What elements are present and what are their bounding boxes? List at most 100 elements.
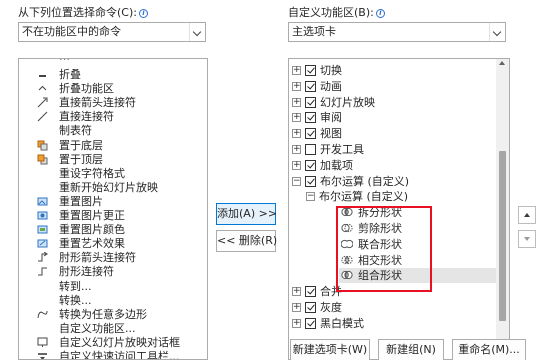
tab-checkbox[interactable] bbox=[305, 112, 316, 124]
move-down-icon bbox=[524, 237, 530, 241]
tree-tab[interactable]: + 幻灯片放映 bbox=[289, 95, 504, 110]
line-connector-icon bbox=[37, 111, 48, 122]
expand-toggle-icon[interactable]: + bbox=[292, 303, 301, 312]
list-item-label: 肘形连接符 bbox=[59, 265, 114, 279]
tree-tab[interactable]: − 布尔运算 (自定义) bbox=[289, 174, 504, 189]
list-item[interactable]: 转换为任意多边形 bbox=[19, 307, 207, 322]
list-item-label: 置于顶层 bbox=[59, 152, 103, 166]
collapse-toggle-icon[interactable]: − bbox=[292, 176, 301, 186]
move-down-button[interactable] bbox=[518, 230, 536, 248]
tree-tab[interactable]: + 动画 bbox=[289, 79, 504, 94]
left-header-label: 从下列位置选择命令(C): bbox=[18, 6, 137, 19]
expand-toggle-icon[interactable]: + bbox=[292, 160, 301, 170]
tab-checkbox[interactable] bbox=[305, 80, 316, 92]
tree-tab[interactable]: + 灰度 bbox=[289, 300, 504, 315]
expand-toggle-icon[interactable]: + bbox=[292, 113, 301, 123]
list-item-label: 肘形箭头连接符 bbox=[59, 251, 136, 265]
tree-tab[interactable]: + 加载项 bbox=[289, 158, 504, 173]
right-header: 自定义功能区(B): i bbox=[288, 6, 385, 20]
tree-item-label: 视图 bbox=[320, 127, 342, 141]
list-item[interactable]: 重置图片 bbox=[19, 194, 207, 209]
list-item[interactable]: 置于顶层 bbox=[19, 152, 207, 167]
list-item[interactable]: … bbox=[19, 59, 207, 64]
info-icon: i bbox=[375, 9, 385, 18]
list-item[interactable]: 制表符 bbox=[19, 123, 207, 138]
move-up-button[interactable] bbox=[518, 206, 536, 224]
info-icon: i bbox=[138, 9, 148, 18]
tab-checkbox[interactable] bbox=[305, 144, 316, 155]
remove-button[interactable]: << 删除(R) bbox=[216, 230, 277, 252]
expand-toggle-icon[interactable]: + bbox=[292, 97, 301, 107]
tab-checkbox[interactable] bbox=[305, 286, 316, 298]
tab-checkbox[interactable] bbox=[305, 317, 316, 329]
tree-tab[interactable]: + 审阅 bbox=[289, 110, 504, 125]
rename-button[interactable]: 重命名(M)... bbox=[452, 339, 526, 360]
chevron-down-icon[interactable] bbox=[489, 23, 505, 41]
tree-item-label: 开发工具 bbox=[320, 143, 364, 156]
list-item[interactable]: 转换... bbox=[19, 293, 207, 308]
list-item[interactable]: 重设字符格式 bbox=[19, 166, 207, 181]
list-item[interactable]: 直接箭头连接符 bbox=[19, 95, 207, 110]
expand-toggle-icon[interactable]: + bbox=[292, 287, 301, 297]
list-item-label: 自定义快速访问工具栏... bbox=[59, 350, 180, 360]
list-item[interactable]: 重置艺术效果 bbox=[19, 236, 207, 251]
customize-qat-icon bbox=[37, 351, 48, 359]
new-group-button[interactable]: 新建组(N) bbox=[378, 339, 444, 360]
list-item-label: 转换为任意多边形 bbox=[59, 307, 147, 321]
expand-toggle-icon[interactable]: + bbox=[292, 318, 301, 328]
collapse-toggle-icon[interactable]: − bbox=[306, 192, 315, 202]
list-item-label: 重置图片更正 bbox=[59, 209, 125, 222]
list-item[interactable]: 置于底层 bbox=[19, 138, 207, 153]
customize-ribbon-dropdown[interactable]: 主选项卡 bbox=[288, 22, 506, 42]
chevron-down-icon[interactable] bbox=[189, 23, 205, 41]
commands-source-value: 不在功能区中的命令 bbox=[22, 25, 121, 38]
list-item[interactable]: 重置图片更正 bbox=[19, 208, 207, 223]
freeform-icon bbox=[37, 309, 48, 320]
add-button[interactable]: 添加(A) >> bbox=[216, 203, 277, 225]
expand-toggle-icon[interactable]: + bbox=[292, 145, 301, 154]
list-item[interactable]: 直接连接符 bbox=[19, 109, 207, 124]
list-item[interactable]: 自定义功能区... bbox=[19, 321, 207, 336]
list-item[interactable]: 自定义幻灯片放映对话框 bbox=[19, 335, 207, 350]
list-item[interactable]: 转到... bbox=[19, 279, 207, 294]
commands-list[interactable]: … 折叠折叠功能区直接箭头连接符直接连接符制表符置于底层置于顶层重设字符格式重新… bbox=[18, 58, 208, 360]
commands-source-dropdown[interactable]: 不在功能区中的命令 bbox=[18, 22, 206, 42]
tree-tab[interactable]: + 切换 bbox=[289, 63, 504, 78]
expand-toggle-icon[interactable]: + bbox=[292, 66, 301, 75]
tab-checkbox[interactable] bbox=[305, 159, 316, 171]
list-item[interactable]: 自定义快速访问工具栏... bbox=[19, 349, 207, 360]
tree-tab[interactable]: + 开发工具 bbox=[289, 142, 504, 157]
expand-toggle-icon[interactable]: + bbox=[292, 129, 301, 139]
tab-checkbox[interactable] bbox=[305, 65, 316, 76]
list-item[interactable]: 折叠功能区 bbox=[19, 81, 207, 96]
list-item[interactable]: 折叠 bbox=[19, 67, 207, 82]
tab-checkbox[interactable] bbox=[305, 175, 316, 187]
scroll-up-icon[interactable] bbox=[499, 61, 505, 65]
list-item[interactable]: 肘形连接符 bbox=[19, 264, 207, 279]
scrollbar-thumb[interactable] bbox=[499, 151, 506, 321]
tree-item-label: 黑白模式 bbox=[320, 316, 364, 330]
list-item[interactable]: 重新开始幻灯片放映 bbox=[19, 180, 207, 195]
expand-toggle-icon[interactable]: + bbox=[292, 81, 301, 91]
tab-checkbox[interactable] bbox=[305, 96, 316, 108]
tree-tab[interactable]: + 视图 bbox=[289, 126, 504, 141]
list-item[interactable]: 重置图片颜色 bbox=[19, 222, 207, 237]
list-item-label: 折叠功能区 bbox=[59, 82, 114, 96]
tree-group[interactable]: − 布尔运算 (自定义) bbox=[289, 189, 504, 204]
list-item-label: 置于底层 bbox=[59, 138, 103, 152]
tree-item-label: 切换 bbox=[320, 64, 342, 77]
scrollbar[interactable] bbox=[496, 59, 509, 359]
new-tab-button[interactable]: 新建选项卡(W) bbox=[290, 339, 370, 360]
list-item[interactable]: 肘形箭头连接符 bbox=[19, 250, 207, 265]
tab-checkbox[interactable] bbox=[305, 128, 316, 140]
customize-ribbon-value: 主选项卡 bbox=[292, 25, 336, 38]
list-item-label: 直接连接符 bbox=[59, 110, 114, 124]
list-item-label: 重新开始幻灯片放映 bbox=[59, 180, 158, 194]
tree-item-label: 加载项 bbox=[320, 158, 353, 172]
tab-checkbox[interactable] bbox=[305, 302, 316, 313]
tree-tab[interactable]: + 黑白模式 bbox=[289, 316, 504, 331]
list-item-label: 折叠 bbox=[59, 68, 81, 81]
collapse-icon bbox=[37, 69, 48, 80]
elbow-connector-icon bbox=[37, 266, 48, 277]
reset-picture-icon bbox=[37, 196, 48, 207]
